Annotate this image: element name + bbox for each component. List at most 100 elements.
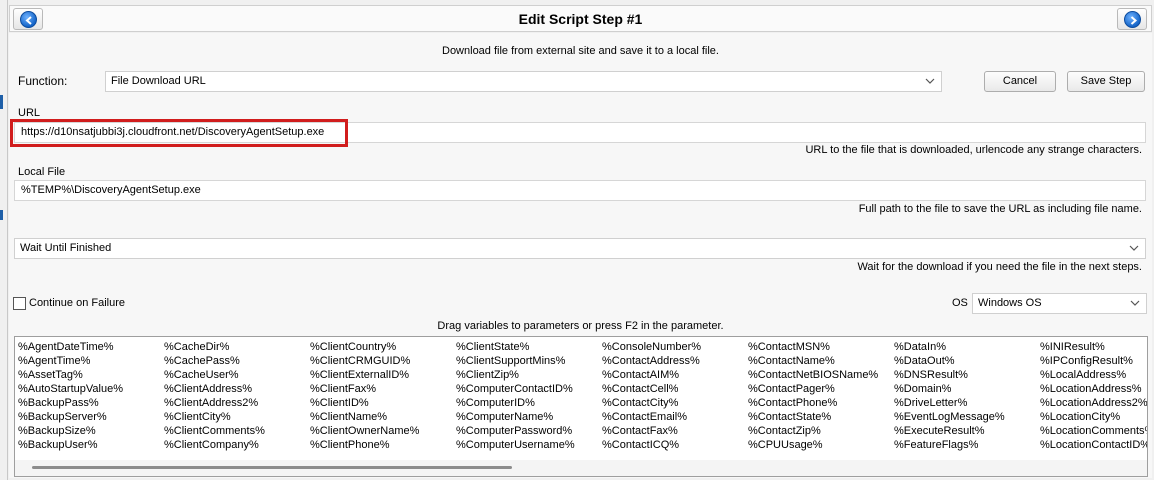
variable-item[interactable]: %ClientComments% <box>164 424 310 438</box>
forward-arrow-icon <box>1124 11 1141 28</box>
edit-step-panel: Download file from external site and sav… <box>9 33 1152 478</box>
save-step-button[interactable]: Save Step <box>1067 71 1145 92</box>
chevron-down-icon <box>924 72 936 91</box>
variable-item[interactable]: %DataOut% <box>894 354 1040 368</box>
step-description: Download file from external site and sav… <box>442 45 719 57</box>
variable-item[interactable]: %BackupPass% <box>18 396 164 410</box>
variable-item[interactable]: %DNSResult% <box>894 368 1040 382</box>
window-title: Edit Script Step #1 <box>518 11 643 27</box>
variable-item[interactable]: %EventLogMessage% <box>894 410 1040 424</box>
variable-item[interactable]: %ComputerUsername% <box>456 438 602 452</box>
variable-item[interactable]: %ComputerID% <box>456 396 602 410</box>
variable-item[interactable]: %ContactState% <box>748 410 894 424</box>
wait-value: Wait Until Finished <box>20 242 112 254</box>
scrollbar-thumb[interactable] <box>32 466 512 469</box>
variable-item[interactable]: %ClientName% <box>310 410 456 424</box>
variable-item[interactable]: %ConsoleNumber% <box>602 340 748 354</box>
url-label: URL <box>18 107 41 119</box>
variable-item[interactable]: %LocationCity% <box>1040 410 1147 424</box>
variable-item[interactable]: %ExecuteResult% <box>894 424 1040 438</box>
variable-item[interactable]: %ClientCRMGUID% <box>310 354 456 368</box>
variable-item[interactable]: %BackupServer% <box>18 410 164 424</box>
variable-item[interactable]: %CacheDir% <box>164 340 310 354</box>
variable-item[interactable]: %ClientExternalID% <box>310 368 456 382</box>
variable-item[interactable]: %ClientID% <box>310 396 456 410</box>
forward-button[interactable] <box>1117 8 1147 30</box>
variable-item[interactable]: %ContactAddress% <box>602 354 748 368</box>
variable-item[interactable]: %BackupUser% <box>18 438 164 452</box>
edge-marker <box>0 95 3 109</box>
variable-item[interactable]: %ContactPhone% <box>748 396 894 410</box>
variable-item[interactable]: %ContactEmail% <box>602 410 748 424</box>
variable-item[interactable]: %ContactNetBIOSName% <box>748 368 894 382</box>
variable-item[interactable]: %ContactAIM% <box>602 368 748 382</box>
variables-grid: %AgentDateTime% %AgentTime% %AssetTag% %Aut… <box>18 340 1147 452</box>
variable-item[interactable]: %ContactCity% <box>602 396 748 410</box>
variable-item[interactable]: %ClientState% <box>456 340 602 354</box>
variable-item[interactable]: %ClientCompany% <box>164 438 310 452</box>
variable-item[interactable]: %ComputerName% <box>456 410 602 424</box>
variable-item[interactable]: %LocationAddress2% <box>1040 396 1147 410</box>
variable-item[interactable]: %ContactName% <box>748 354 894 368</box>
variable-item[interactable]: %ClientZip% <box>456 368 602 382</box>
variable-item[interactable]: %Domain% <box>894 382 1040 396</box>
variable-column: %CacheDir% %CachePass% %CacheUser% %ClientA… <box>164 340 310 452</box>
variable-item[interactable]: %ContactMSN% <box>748 340 894 354</box>
variable-item[interactable]: %INIResult% <box>1040 340 1147 354</box>
horizontal-scrollbar[interactable] <box>15 460 1147 476</box>
variable-item[interactable]: %ClientCity% <box>164 410 310 424</box>
local-file-help-text: Full path to the file to save the URL as… <box>858 203 1142 215</box>
variable-item[interactable]: %ClientAddress2% <box>164 396 310 410</box>
wait-select[interactable]: Wait Until Finished <box>14 238 1146 259</box>
continue-on-failure-checkbox[interactable] <box>13 297 26 310</box>
local-file-label: Local File <box>18 166 66 178</box>
continue-on-failure-label: Continue on Failure <box>29 297 126 309</box>
variable-item[interactable]: %ContactPager% <box>748 382 894 396</box>
variable-item[interactable]: %ContactCell% <box>602 382 748 396</box>
function-select[interactable]: File Download URL <box>105 71 942 92</box>
chevron-down-icon <box>1129 294 1141 313</box>
variable-item[interactable]: %ComputerPassword% <box>456 424 602 438</box>
variable-item[interactable]: %ContactICQ% <box>602 438 748 452</box>
variables-hint: Drag variables to parameters or press F2… <box>437 320 724 332</box>
os-select[interactable]: Windows OS <box>972 293 1147 314</box>
title-bar: Edit Script Step #1 <box>9 5 1152 32</box>
variable-item[interactable]: %CacheUser% <box>164 368 310 382</box>
variable-item[interactable]: %LocationComments% <box>1040 424 1147 438</box>
variable-column: %AgentDateTime% %AgentTime% %AssetTag% %Aut… <box>18 340 164 452</box>
variable-column: %INIResult% %IPConfigResult% %LocalAddress… <box>1040 340 1147 452</box>
os-value: Windows OS <box>978 297 1042 309</box>
variables-list[interactable]: %AgentDateTime% %AgentTime% %AssetTag% %Aut… <box>14 336 1148 477</box>
variable-column: %DataIn% %DataOut% %DNSResult% %Domain% %Dri… <box>894 340 1040 452</box>
variable-column: %ConsoleNumber% %ContactAddress% %ContactA… <box>602 340 748 452</box>
variable-item[interactable]: %CachePass% <box>164 354 310 368</box>
variable-item[interactable]: %LocationAddress% <box>1040 382 1147 396</box>
variable-item[interactable]: %LocalAddress% <box>1040 368 1147 382</box>
edge-marker <box>0 210 3 220</box>
variable-item[interactable]: %ComputerContactID% <box>456 382 602 396</box>
variable-item[interactable]: %AssetTag% <box>18 368 164 382</box>
variable-item[interactable]: %ClientAddress% <box>164 382 310 396</box>
variable-item[interactable]: %DriveLetter% <box>894 396 1040 410</box>
variable-item[interactable]: %ClientSupportMins% <box>456 354 602 368</box>
url-help-text: URL to the file that is downloaded, urle… <box>805 144 1142 156</box>
variable-item[interactable]: %AutoStartupValue% <box>18 382 164 396</box>
local-file-input[interactable]: %TEMP%\DiscoveryAgentSetup.exe <box>14 180 1146 201</box>
variable-item[interactable]: %ClientFax% <box>310 382 456 396</box>
variable-column: %ClientCountry% %ClientCRMGUID% %ClientExt… <box>310 340 456 452</box>
variable-item[interactable]: %BackupSize% <box>18 424 164 438</box>
variable-item[interactable]: %ClientCountry% <box>310 340 456 354</box>
variable-item[interactable]: %DataIn% <box>894 340 1040 354</box>
variable-item[interactable]: %AgentDateTime% <box>18 340 164 354</box>
variable-item[interactable]: %CPUUsage% <box>748 438 894 452</box>
variable-item[interactable]: %FeatureFlags% <box>894 438 1040 452</box>
url-input[interactable]: https://d10nsatjubbi3j.cloudfront.net/Di… <box>14 122 1146 143</box>
variable-item[interactable]: %LocationContactID% <box>1040 438 1147 452</box>
variable-item[interactable]: %IPConfigResult% <box>1040 354 1147 368</box>
variable-item[interactable]: %ClientOwnerName% <box>310 424 456 438</box>
variable-item[interactable]: %ContactZip% <box>748 424 894 438</box>
variable-item[interactable]: %AgentTime% <box>18 354 164 368</box>
variable-item[interactable]: %ClientPhone% <box>310 438 456 452</box>
variable-item[interactable]: %ContactFax% <box>602 424 748 438</box>
cancel-button[interactable]: Cancel <box>984 71 1056 92</box>
